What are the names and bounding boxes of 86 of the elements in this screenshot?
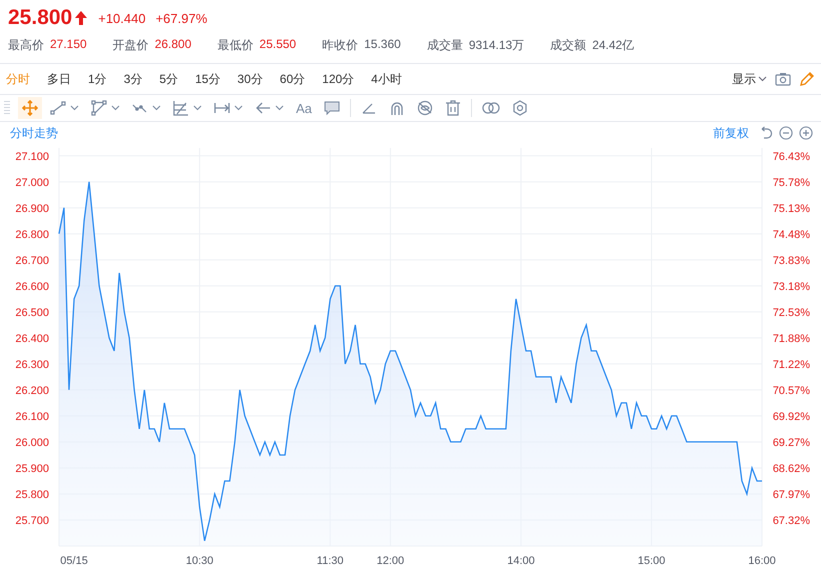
price-axis-label: 25.900 [15, 462, 49, 475]
price-axis-label: 25.800 [15, 488, 49, 501]
stat-value: 15.360 [364, 37, 401, 53]
price-axis-label: 26.000 [15, 436, 49, 449]
period-tab[interactable]: 5分 [155, 70, 182, 88]
camera-icon[interactable] [775, 72, 791, 86]
stat-value: 25.550 [259, 37, 296, 53]
speech-bubble-icon [324, 100, 340, 116]
undo-icon[interactable] [759, 126, 773, 140]
percent-axis-label: 69.27% [772, 436, 810, 449]
trash-icon [444, 100, 461, 116]
period-tab[interactable]: 3分 [120, 70, 146, 88]
stat-label: 最低价 [217, 37, 254, 54]
time-axis-label: 11:30 [316, 555, 344, 567]
adjust-link[interactable]: 前复权 [713, 124, 753, 142]
drag-handle-icon[interactable] [4, 100, 10, 116]
price-axis-label: 26.800 [15, 228, 49, 241]
stat-value: 27.150 [50, 37, 87, 53]
zoom-in-icon[interactable] [799, 126, 813, 140]
stat-label: 成交量 [426, 37, 463, 54]
chart-grid-icon [173, 100, 189, 116]
price-axis-label: 27.100 [15, 150, 49, 163]
time-axis-label: 12:00 [376, 555, 404, 567]
price-axis-label: 26.900 [15, 202, 49, 215]
period-tab[interactable]: 多日 [43, 70, 75, 88]
range-icon [214, 100, 230, 116]
price-axis-label: 26.400 [15, 332, 49, 345]
percent-axis-label: 70.57% [772, 384, 810, 397]
price-axis-label: 25.700 [15, 514, 49, 527]
price-axis-label: 26.600 [15, 280, 49, 293]
percent-change: +67.97% [156, 10, 208, 26]
percent-axis-label: 74.48% [772, 228, 810, 241]
period-tab[interactable]: 60分 [276, 70, 310, 88]
last-price: 25.800 [8, 6, 72, 30]
time-axis-label: 16:00 [748, 555, 776, 567]
period-tab[interactable]: 30分 [233, 70, 267, 88]
percent-axis-label: 68.62% [772, 462, 810, 475]
polygon-icon [91, 100, 107, 116]
period-tab[interactable]: 15分 [191, 70, 224, 88]
price-change: +10.440 [98, 10, 146, 26]
time-axis-label: 15:00 [638, 555, 666, 567]
up-arrow-icon [74, 10, 88, 26]
stat-label: 成交额 [550, 37, 586, 54]
display-menu[interactable]: 显示 [732, 70, 767, 88]
price-axis-label: 26.200 [15, 384, 49, 397]
percent-axis-label: 69.92% [772, 410, 810, 423]
move-icon [22, 100, 38, 116]
percent-axis-label: 75.78% [772, 176, 810, 189]
percent-axis-label: 72.53% [772, 306, 810, 319]
stat-value: 26.800 [154, 37, 192, 53]
price-axis-label: 26.500 [15, 306, 49, 319]
stat-label: 开盘价 [112, 37, 149, 54]
chart-title: 分时走势 [10, 124, 58, 142]
price-axis-label: 26.300 [15, 358, 49, 371]
period-tab[interactable]: 120分 [318, 70, 358, 88]
period-tab[interactable]: 1分 [84, 70, 111, 88]
stat-value: 9314.13万 [468, 37, 524, 54]
time-axis-label: 05/15 [60, 555, 88, 567]
hide-icon [416, 100, 433, 116]
time-axis-label: 14:00 [507, 555, 535, 567]
line-segment-icon [50, 100, 66, 116]
price-axis-label: 26.700 [15, 254, 49, 267]
price-axis-label: 26.100 [15, 410, 49, 423]
text-tool[interactable]: Aa [292, 97, 316, 119]
price-axis-label: 27.000 [15, 176, 49, 189]
settings-icon [512, 100, 528, 116]
percent-axis-label: 76.43% [772, 150, 810, 163]
percent-axis-label: 67.97% [772, 488, 810, 501]
percent-axis-label: 75.13% [772, 202, 810, 215]
move-tool[interactable] [18, 97, 42, 119]
period-tab[interactable]: 4小时 [367, 70, 406, 88]
overlapping-circles-icon [482, 100, 500, 116]
percent-axis-label: 71.88% [772, 332, 810, 345]
percent-axis-label: 71.22% [772, 358, 810, 371]
left-arrow-icon [255, 100, 271, 116]
stat-label: 昨收价 [322, 37, 358, 54]
percent-axis-label: 73.18% [772, 280, 810, 293]
percent-axis-label: 73.83% [772, 254, 810, 267]
time-axis-label: 10:30 [186, 555, 214, 567]
stat-label: 最高价 [8, 37, 44, 54]
percent-axis-label: 67.32% [772, 514, 810, 527]
stat-value: 24.42亿 [592, 37, 634, 54]
pencil-icon[interactable] [799, 71, 815, 87]
caret-icon [758, 76, 767, 82]
zoom-out-icon[interactable] [779, 126, 793, 140]
magnet-icon [388, 100, 405, 116]
